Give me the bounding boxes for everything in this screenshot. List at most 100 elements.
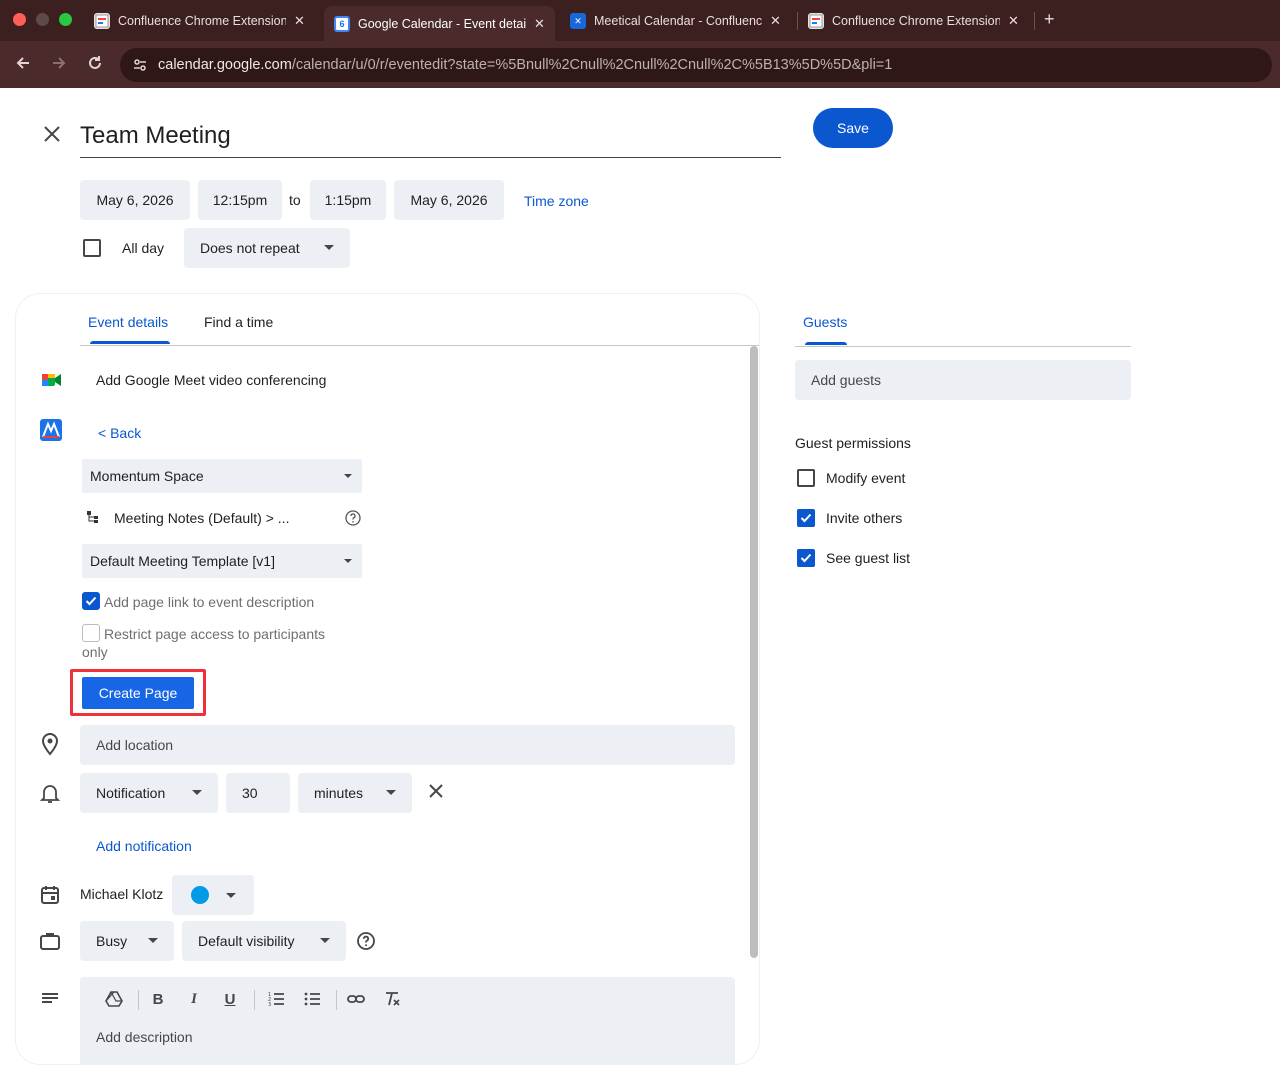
template-select[interactable]: Default Meeting Template [v1] xyxy=(82,544,362,578)
add-guests-input[interactable]: Add guests xyxy=(795,360,1131,400)
tab-divider xyxy=(795,346,1131,347)
site-info-icon[interactable] xyxy=(132,57,148,73)
dropdown-caret-icon xyxy=(320,938,330,943)
confluence-page-icon xyxy=(94,13,110,29)
browser-tab-meetical[interactable]: ✕ Meetical Calendar - Confluence ✕ xyxy=(560,6,791,36)
add-notification-link[interactable]: Add notification xyxy=(96,838,192,854)
repeat-dropdown[interactable]: Does not repeat xyxy=(184,228,350,268)
description-editor[interactable]: B I U 123 Add description xyxy=(80,977,735,1064)
event-details-panel: Event details Find a time Add Google Mee… xyxy=(16,294,759,1064)
end-time-field[interactable]: 1:15pm xyxy=(310,180,386,220)
tab-close-icon[interactable]: ✕ xyxy=(534,16,545,32)
visibility-dropdown[interactable]: Default visibility xyxy=(182,921,346,961)
tab-find-a-time[interactable]: Find a time xyxy=(204,314,273,330)
new-tab-button[interactable]: + xyxy=(1044,9,1055,30)
modify-event-checkbox[interactable] xyxy=(797,469,815,487)
help-icon[interactable] xyxy=(356,931,376,951)
tab-close-icon[interactable]: ✕ xyxy=(294,13,305,29)
all-day-checkbox[interactable] xyxy=(83,239,101,257)
clear-formatting-icon[interactable] xyxy=(382,989,402,1009)
back-arrow-icon[interactable] xyxy=(14,54,32,77)
description-placeholder: Add description xyxy=(96,1029,193,1045)
event-title-input[interactable] xyxy=(80,110,781,158)
bulleted-list-icon[interactable] xyxy=(302,989,322,1009)
svg-text:3: 3 xyxy=(268,1002,271,1008)
create-page-button[interactable]: Create Page xyxy=(82,677,194,709)
location-input[interactable]: Add location xyxy=(80,725,735,765)
bold-icon[interactable]: B xyxy=(148,989,168,1009)
link-icon[interactable] xyxy=(346,989,366,1009)
space-select[interactable]: Momentum Space xyxy=(82,459,362,493)
toolbar-separator xyxy=(254,990,255,1010)
dropdown-caret-icon xyxy=(226,893,236,898)
time-zone-link[interactable]: Time zone xyxy=(524,193,589,209)
italic-icon[interactable]: I xyxy=(184,989,204,1009)
address-bar[interactable]: calendar.google.com/calendar/u/0/r/event… xyxy=(120,48,1272,82)
browser-toolbar: calendar.google.com/calendar/u/0/r/event… xyxy=(0,41,1280,88)
modify-event-label: Modify event xyxy=(826,470,906,486)
all-day-label: All day xyxy=(122,240,165,256)
color-dot xyxy=(191,886,209,904)
google-drive-icon[interactable] xyxy=(104,989,124,1009)
invite-others-label: Invite others xyxy=(826,510,903,526)
save-button[interactable]: Save xyxy=(813,108,893,148)
bell-icon xyxy=(38,781,62,805)
meetical-logo-icon xyxy=(40,419,64,443)
dropdown-caret-icon xyxy=(324,245,334,250)
page-tree-icon xyxy=(86,510,100,524)
location-pin-icon xyxy=(38,732,62,756)
window-zoom-button[interactable] xyxy=(59,13,72,26)
close-icon[interactable] xyxy=(40,122,64,146)
restrict-access-checkbox[interactable] xyxy=(82,624,100,642)
notification-amount-input[interactable]: 30 xyxy=(226,773,290,813)
end-date-field[interactable]: May 6, 2026 xyxy=(394,180,504,220)
event-color-picker[interactable] xyxy=(172,875,254,915)
meetical-back-link[interactable]: < Back xyxy=(98,425,141,441)
tab-guests[interactable]: Guests xyxy=(803,314,847,330)
tab-separator xyxy=(1034,12,1035,30)
google-meet-icon xyxy=(40,368,64,392)
scrollbar-thumb[interactable] xyxy=(750,346,758,958)
tab-close-icon[interactable]: ✕ xyxy=(770,13,781,29)
numbered-list-icon[interactable]: 123 xyxy=(266,989,286,1009)
toolbar-separator xyxy=(336,990,337,1010)
browser-tab-confluence-1[interactable]: Confluence Chrome Extension ✕ xyxy=(84,6,315,36)
add-page-link-checkbox[interactable] xyxy=(82,592,100,610)
calendar-owner-name: Michael Klotz xyxy=(80,886,164,902)
tab-event-details[interactable]: Event details xyxy=(88,314,168,330)
to-label: to xyxy=(289,192,301,208)
dropdown-caret-icon xyxy=(344,559,352,563)
tab-close-icon[interactable]: ✕ xyxy=(1008,13,1019,29)
see-guest-list-label: See guest list xyxy=(826,550,911,566)
description-icon xyxy=(38,987,62,1011)
calendar-icon xyxy=(38,883,62,907)
add-meet-link[interactable]: Add Google Meet video conferencing xyxy=(96,372,326,388)
notification-unit-dropdown[interactable]: minutes xyxy=(298,773,412,813)
availability-dropdown[interactable]: Busy xyxy=(80,921,174,961)
briefcase-icon xyxy=(38,929,62,953)
tab-divider xyxy=(80,345,759,346)
start-date-field[interactable]: May 6, 2026 xyxy=(80,180,190,220)
parent-page-label[interactable]: Meeting Notes (Default) > ... xyxy=(114,510,289,526)
active-tab-indicator xyxy=(805,342,847,345)
confluence-logo-icon: ✕ xyxy=(570,13,586,29)
active-tab-indicator xyxy=(90,341,170,344)
invite-others-checkbox[interactable] xyxy=(797,509,815,527)
browser-tab-strip: Confluence Chrome Extension ✕ 6 Google C… xyxy=(0,0,1280,41)
dropdown-caret-icon xyxy=(192,790,202,795)
see-guest-list-checkbox[interactable] xyxy=(797,549,815,567)
dropdown-caret-icon xyxy=(386,790,396,795)
forward-arrow-icon[interactable] xyxy=(50,54,68,77)
restrict-access-label: Restrict page access to participants xyxy=(104,626,325,642)
help-icon[interactable] xyxy=(344,509,362,527)
underline-icon[interactable]: U xyxy=(220,989,240,1009)
dropdown-caret-icon xyxy=(148,938,158,943)
start-time-field[interactable]: 12:15pm xyxy=(198,180,282,220)
browser-tab-confluence-2[interactable]: Confluence Chrome Extension ✕ xyxy=(798,6,1029,36)
remove-notification-icon[interactable] xyxy=(426,781,446,801)
browser-tab-google-calendar[interactable]: 6 Google Calendar - Event details ✕ xyxy=(324,6,555,41)
window-close-button[interactable] xyxy=(13,13,26,26)
reload-icon[interactable] xyxy=(86,54,104,77)
window-minimize-button[interactable] xyxy=(36,13,49,26)
notification-type-dropdown[interactable]: Notification xyxy=(80,773,218,813)
